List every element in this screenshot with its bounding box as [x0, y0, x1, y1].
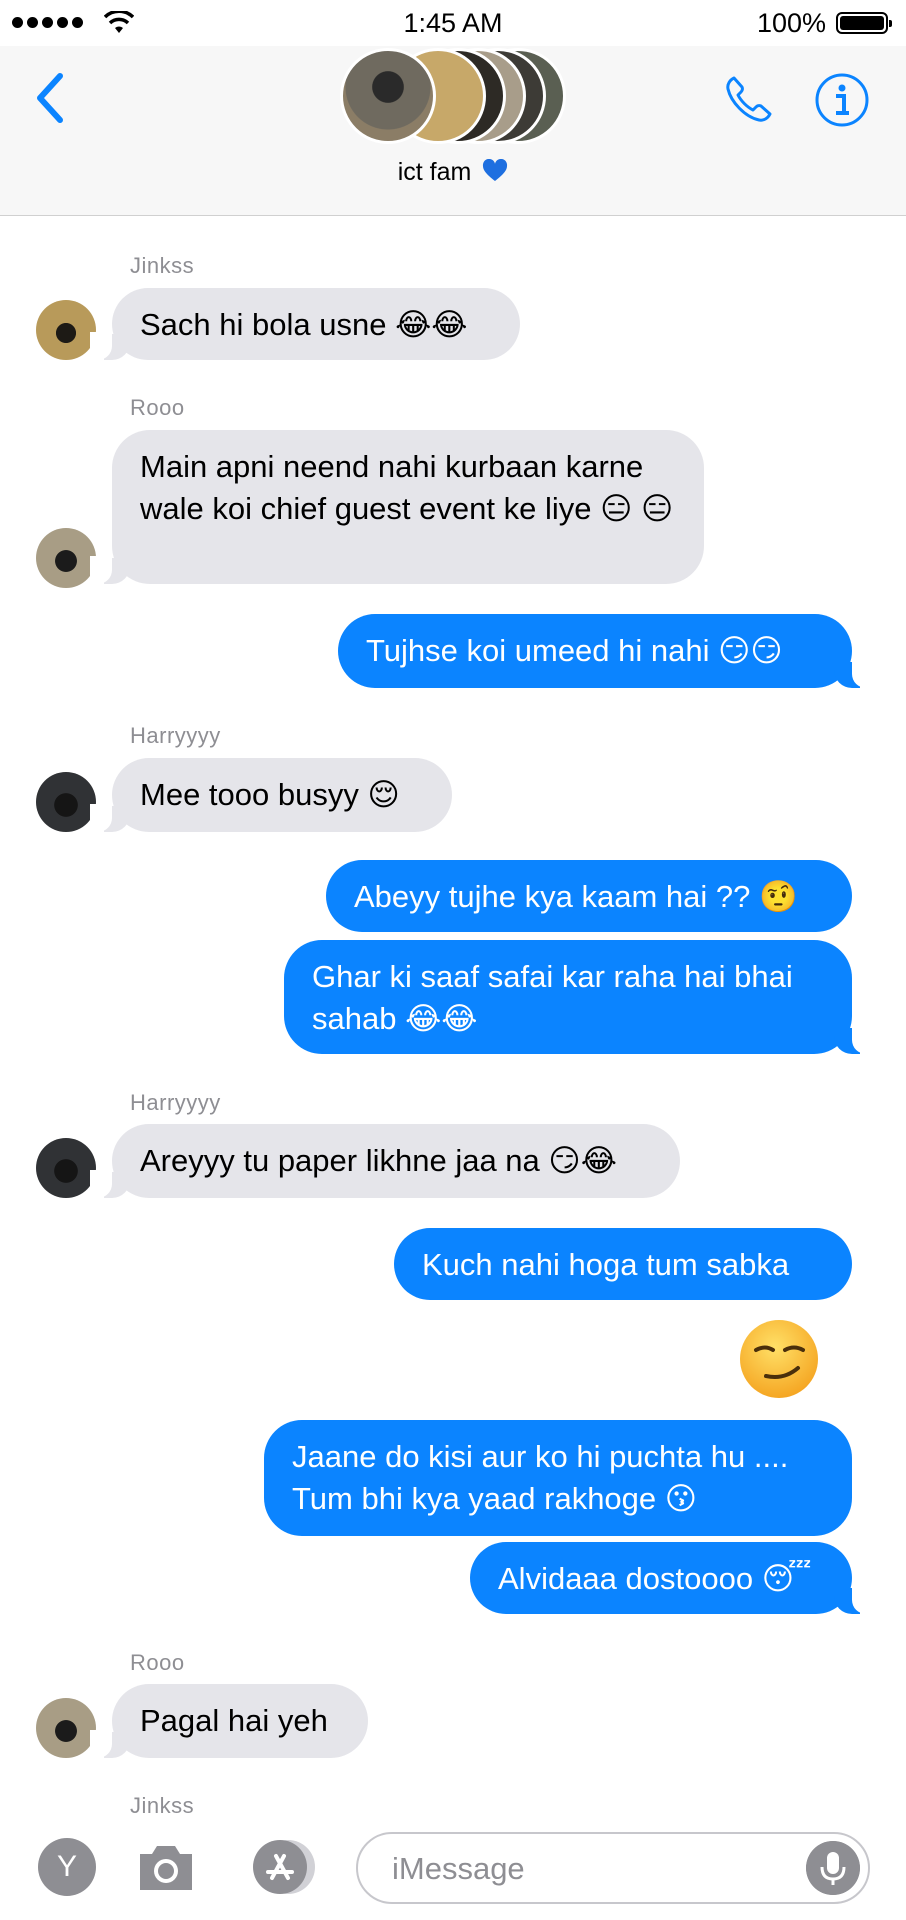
- imessage-input[interactable]: iMessage: [356, 1832, 870, 1904]
- sender-avatar[interactable]: [36, 528, 96, 588]
- message-text: Jaane do kisi aur ko hi puchta hu .... T…: [292, 1439, 789, 1516]
- outgoing-message-bubble[interactable]: Alvidaaa dostoooo 😴: [470, 1542, 874, 1614]
- message-text: Pagal hai yeh: [140, 1703, 328, 1738]
- incoming-message-bubble[interactable]: Sach hi bola usne 😂😂: [90, 288, 520, 360]
- smirk-emoji-icon[interactable]: [738, 1318, 820, 1400]
- outgoing-message-bubble[interactable]: Jaane do kisi aur ko hi puchta hu .... T…: [264, 1420, 852, 1536]
- incoming-message-bubble[interactable]: Mee tooo busyy 😌: [90, 758, 452, 832]
- sender-avatar[interactable]: [36, 1138, 96, 1198]
- back-chevron-icon[interactable]: [30, 68, 70, 128]
- group-avatar-stack[interactable]: [340, 48, 570, 144]
- incoming-message-bubble[interactable]: Areyyy tu paper likhne jaa na 😏😂: [90, 1124, 680, 1198]
- message-text: Mee tooo busyy 😌: [140, 777, 400, 812]
- message-text: Tujhse koi umeed hi nahi 😏😏: [366, 633, 783, 668]
- sender-avatar[interactable]: [36, 1698, 96, 1758]
- battery-percentage: 100%: [756, 8, 826, 38]
- group-name[interactable]: ict fam: [0, 158, 906, 187]
- incoming-message-bubble[interactable]: Main apni neend nahi kurbaan karne wale …: [90, 430, 704, 584]
- microphone-icon[interactable]: [806, 1841, 860, 1895]
- outgoing-message-bubble[interactable]: Abeyy tujhe kya kaam hai ?? 🤨: [326, 860, 852, 932]
- info-icon[interactable]: [814, 72, 870, 128]
- incoming-message-bubble[interactable]: Pagal hai yeh: [90, 1684, 368, 1758]
- conversation-header: ict fam: [0, 46, 906, 216]
- sender-name: Rooo: [130, 395, 185, 420]
- message-text: Kuch nahi hoga tum sabka: [422, 1247, 790, 1282]
- message-text: Sach hi bola usne 😂😂: [140, 307, 468, 342]
- sender-avatar[interactable]: [36, 772, 96, 832]
- outgoing-message-bubble[interactable]: Ghar ki saaf safai kar raha hai bhai sah…: [284, 940, 874, 1054]
- message-text: Ghar ki saaf safai kar raha hai bhai sah…: [312, 959, 793, 1036]
- outgoing-message-bubble[interactable]: Tujhse koi umeed hi nahi 😏😏: [338, 614, 874, 688]
- message-text: Main apni neend nahi kurbaan karne wale …: [140, 449, 674, 526]
- sender-name: Jinkss: [130, 253, 195, 278]
- blue-heart-icon: [483, 159, 508, 181]
- outgoing-message-bubble[interactable]: Kuch nahi hoga tum sabka: [394, 1228, 852, 1300]
- camera-icon[interactable]: [134, 1838, 198, 1896]
- sender-name: Harryyyy: [130, 723, 221, 748]
- message-text: Areyyy tu paper likhne jaa na 😏😂: [140, 1143, 617, 1178]
- message-input-bar: Y iMessage: [0, 1816, 906, 1920]
- app-drawer-button[interactable]: Y: [38, 1838, 96, 1896]
- message-text: Abeyy tujhe kya kaam hai ?? 🤨: [354, 879, 798, 914]
- sender-avatar[interactable]: [36, 300, 96, 360]
- member-avatar: [340, 48, 436, 144]
- imessage-placeholder: iMessage: [392, 1851, 525, 1886]
- phone-call-icon[interactable]: [720, 72, 776, 128]
- sender-name: Rooo: [130, 1650, 185, 1675]
- app-store-icon[interactable]: [244, 1838, 320, 1896]
- status-bar: 1:45 AM 100%: [0, 0, 906, 46]
- message-text: Alvidaaa dostoooo 😴: [498, 1561, 812, 1596]
- battery-icon: [836, 12, 892, 34]
- sender-name: Harryyyy: [130, 1090, 221, 1115]
